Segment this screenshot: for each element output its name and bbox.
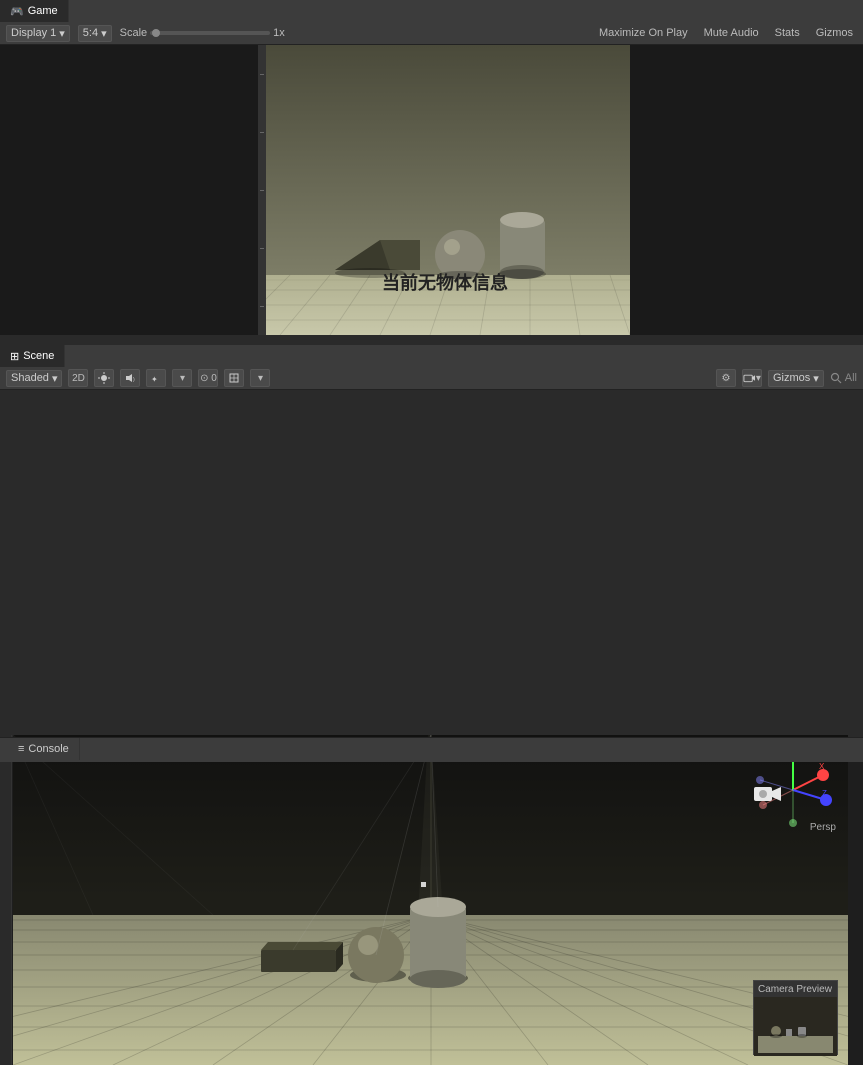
- scene-extras-btn[interactable]: ▾: [172, 369, 192, 387]
- overlay-count-btn[interactable]: ⊙ 0: [198, 369, 218, 387]
- scene-tab-bar: ⊞ Scene: [0, 345, 863, 367]
- camera-preview-svg: [758, 1001, 833, 1053]
- game-viewport: 当前无物体信息: [260, 45, 630, 335]
- transform-dropdown-btn[interactable]: ▾: [250, 369, 270, 387]
- light-icon: [98, 372, 110, 384]
- display-dropdown-arrow: ▾: [59, 27, 65, 40]
- console-tab-icon: ≡: [18, 743, 24, 755]
- console-bar: ≡ Console: [0, 737, 863, 762]
- transform-btn[interactable]: [224, 369, 244, 387]
- console-tab[interactable]: ≡ Console: [8, 738, 80, 760]
- stats-btn[interactable]: Stats: [771, 27, 804, 39]
- display-dropdown[interactable]: Display 1 ▾: [6, 25, 70, 42]
- camera-dropdown-arrow: ▾: [756, 373, 761, 384]
- scale-label: Scale: [120, 27, 148, 39]
- svg-text:X: X: [819, 762, 825, 771]
- scene-tab[interactable]: ⊞ Scene: [0, 345, 65, 367]
- scene-camera-btn[interactable]: ▾: [742, 369, 762, 387]
- shaded-dropdown-arrow: ▾: [52, 372, 58, 385]
- search-placeholder: All: [845, 372, 857, 384]
- scale-control: Scale 1x: [120, 27, 285, 39]
- scene-grid-svg: [13, 735, 848, 1065]
- svg-text:): ): [133, 377, 135, 383]
- scene-panel: ⊞ Scene Shaded ▾ 2D ) ✦: [0, 345, 863, 737]
- scene-tab-icon: ⊞: [10, 350, 19, 363]
- gizmo-camera-icon: [753, 783, 783, 805]
- game-left-area: [0, 45, 260, 335]
- game-overlay-text: 当前无物体信息: [382, 269, 508, 295]
- mute-audio-btn[interactable]: Mute Audio: [700, 27, 763, 39]
- shaded-dropdown[interactable]: Shaded ▾: [6, 370, 62, 387]
- search-icon: [830, 372, 842, 384]
- fx-icon: ✦: [150, 372, 162, 384]
- game-tab[interactable]: 🎮 Game: [0, 0, 69, 22]
- resolution-dropdown[interactable]: 5:4 ▾: [78, 25, 112, 42]
- game-toolbar: Display 1 ▾ 5:4 ▾ Scale 1x Maximize On P…: [0, 22, 863, 45]
- scene-gizmos-arrow: ▾: [813, 372, 819, 385]
- 2d-mode-btn[interactable]: 2D: [68, 369, 88, 387]
- scene-viewport: X Y Z: [13, 735, 848, 1065]
- camera-preview-content: [754, 997, 837, 1056]
- scene-floor: X Y Z: [13, 735, 848, 1065]
- scale-thumb: [152, 29, 160, 37]
- maximize-on-play-btn[interactable]: Maximize On Play: [595, 27, 692, 39]
- audio-icon: ): [124, 372, 136, 384]
- gizmo-persp-label: Persp: [810, 822, 836, 833]
- game-panel: 🎮 Game Display 1 ▾ 5:4 ▾ Scale 1x Maximi…: [0, 0, 863, 345]
- game-tab-label: Game: [28, 5, 58, 17]
- camera-preview-panel: Camera Preview: [753, 980, 838, 1055]
- scene-tab-label: Scene: [23, 350, 54, 362]
- scene-settings-btn[interactable]: ⚙: [716, 369, 736, 387]
- scene-toolbar: Shaded ▾ 2D ) ✦ ▾: [0, 367, 863, 390]
- transform-dropdown-arrow: ▾: [258, 373, 263, 384]
- resolution-dropdown-arrow: ▾: [101, 27, 107, 40]
- camera-preview-title: Camera Preview: [758, 984, 832, 995]
- scale-value: 1x: [273, 27, 285, 39]
- display-selector: Display 1 ▾: [6, 25, 70, 42]
- audio-btn[interactable]: ): [120, 369, 140, 387]
- game-tab-icon: 🎮: [10, 5, 24, 18]
- game-tab-bar: 🎮 Game: [0, 0, 863, 22]
- game-ruler-left: [258, 45, 266, 335]
- svg-text:Z: Z: [822, 789, 827, 798]
- game-right-area: [630, 45, 863, 335]
- scene-gizmos-dropdown[interactable]: Gizmos ▾: [768, 370, 824, 387]
- scale-track[interactable]: [150, 31, 270, 35]
- svg-text:✦: ✦: [151, 375, 158, 384]
- resolution-selector: 5:4 ▾: [78, 25, 112, 42]
- search-container: All: [830, 372, 857, 384]
- camera-icon: [743, 372, 756, 384]
- lighting-btn[interactable]: [94, 369, 114, 387]
- console-tab-label: Console: [28, 743, 68, 755]
- scene-extras-arrow: ▾: [180, 373, 185, 384]
- game-background: 当前无物体信息: [260, 45, 630, 335]
- camera-preview-header: Camera Preview: [754, 981, 837, 997]
- transform-icon: [228, 372, 240, 384]
- fx-btn[interactable]: ✦: [146, 369, 166, 387]
- game-gizmos-btn[interactable]: Gizmos: [812, 27, 857, 39]
- scene-ruler-left: [0, 735, 12, 1065]
